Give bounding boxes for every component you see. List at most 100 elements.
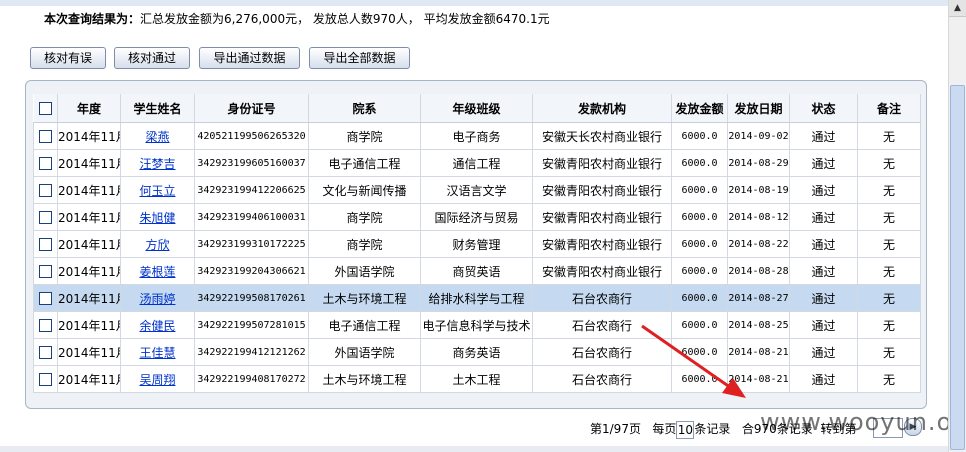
col-header[interactable]: 身份证号: [194, 94, 309, 123]
table-row[interactable]: 2014年11月 姜根莲 342923199204306621外国语学院商贸英语安徽…: [33, 257, 921, 285]
top-strip: [0, 0, 948, 6]
cell-status: 通过: [789, 311, 858, 339]
col-header[interactable]: 状态: [789, 94, 858, 123]
row-checkbox[interactable]: [39, 373, 52, 386]
row-checkbox[interactable]: [39, 157, 52, 170]
col-header[interactable]: 年度: [57, 94, 121, 123]
row-select-cell: [33, 203, 58, 231]
row-checkbox[interactable]: [39, 346, 52, 359]
table-row[interactable]: 2014年11月 余健民 342922199507281015电子通信工程电子信息科…: [33, 311, 921, 339]
horizontal-scrollbar[interactable]: [0, 446, 948, 452]
summary-text: 汇总发放金额为6,276,000元， 发放总人数970人， 平均发放金额6470…: [140, 12, 550, 26]
table-row[interactable]: 2014年11月 梁燕 420521199506265320商学院电子商务安徽天长农…: [33, 122, 921, 150]
student-name-link[interactable]: 姜根莲: [139, 265, 175, 279]
cell-dept: 商学院: [308, 203, 421, 231]
select-all-cell: [33, 94, 58, 123]
cell-dept: 外国语学院: [308, 338, 421, 366]
row-select-cell: [33, 149, 58, 177]
student-name-link[interactable]: 汪梦吉: [139, 157, 175, 171]
row-checkbox[interactable]: [39, 265, 52, 278]
col-header[interactable]: 发款机构: [532, 94, 672, 123]
cell-dept: 商学院: [308, 230, 421, 258]
cell-note: 无: [857, 311, 921, 339]
cell-name: 何玉立: [120, 176, 195, 204]
col-header[interactable]: 学生姓名: [120, 94, 195, 123]
cell-year: 2014年11月: [57, 338, 121, 366]
cell-note: 无: [857, 230, 921, 258]
table-row[interactable]: 2014年11月 汪梦吉 342923199605160037电子通信工程通信工程安…: [33, 149, 921, 177]
student-name-link[interactable]: 吴周翔: [139, 373, 175, 387]
cell-dept: 商学院: [308, 122, 421, 150]
scroll-up-icon[interactable]: ▲: [949, 0, 966, 17]
cell-amount: 6000.0: [671, 176, 728, 204]
cell-note: 无: [857, 284, 921, 312]
col-header[interactable]: 院系: [308, 94, 421, 123]
table-row[interactable]: 2014年11月 吴周翔 342922199408170272土木与环境工程土木工程…: [33, 365, 921, 393]
cell-id: 342922199507281015: [194, 311, 309, 339]
cell-dept: 电子通信工程: [308, 311, 421, 339]
row-checkbox[interactable]: [39, 292, 52, 305]
check-pass-button[interactable]: 核对通过: [114, 47, 190, 69]
cell-amount: 6000.0: [671, 257, 728, 285]
student-name-link[interactable]: 王佳慧: [139, 346, 175, 360]
cell-year: 2014年11月: [57, 230, 121, 258]
cell-status: 通过: [789, 176, 858, 204]
watermark: www.wooyun.org: [760, 408, 966, 436]
row-checkbox[interactable]: [39, 238, 52, 251]
student-name-link[interactable]: 汤雨婷: [139, 292, 175, 306]
cell-class: 通信工程: [420, 149, 533, 177]
cell-date: 2014-08-12: [727, 203, 790, 231]
cell-name: 汤雨婷: [120, 284, 195, 312]
row-select-cell: [33, 311, 58, 339]
col-header[interactable]: 备注: [857, 94, 921, 123]
cell-note: 无: [857, 365, 921, 393]
cell-class: 商务英语: [420, 338, 533, 366]
arrow-shaft: [641, 324, 735, 392]
per-page-input[interactable]: 10: [676, 420, 695, 439]
export-pass-button[interactable]: 导出通过数据: [199, 47, 300, 69]
table-row[interactable]: 2014年11月王佳慧342922199412121262外国语学院商务英语石台…: [33, 338, 921, 366]
cell-year: 2014年11月: [57, 257, 121, 285]
summary-label: 本次查询结果为：: [44, 12, 141, 26]
cell-id: 342923199605160037: [194, 149, 309, 177]
table-row[interactable]: 2014年11月 何玉立 342923199412206625文化与新闻传播汉语言文…: [33, 176, 921, 204]
row-checkbox[interactable]: [39, 319, 52, 332]
student-name-link[interactable]: 朱旭健: [139, 211, 175, 225]
cell-date: 2014-08-29: [727, 149, 790, 177]
student-name-link[interactable]: 梁燕: [145, 130, 169, 144]
select-all-checkbox[interactable]: [38, 102, 52, 115]
cell-status: 通过: [789, 284, 858, 312]
col-header[interactable]: 发放金额: [671, 94, 728, 123]
vertical-scrollbar[interactable]: ▲: [948, 0, 966, 452]
student-name-link[interactable]: 何玉立: [139, 184, 175, 198]
check-error-button[interactable]: 核对有误: [30, 47, 106, 69]
table-row[interactable]: 2014年11月 汤雨婷 342922199508170261土木与环境工程给排水科…: [33, 284, 921, 312]
table-row[interactable]: 2014年11月 朱旭健 342923199406100031商学院国际经济与贸易安…: [33, 203, 921, 231]
table-row[interactable]: 2014年11月 方欣 342923199310172225商学院财务管理安徽青阳农…: [33, 230, 921, 258]
cell-name: 吴周翔: [120, 365, 195, 393]
student-name-link[interactable]: 余健民: [139, 319, 175, 333]
row-checkbox[interactable]: [39, 130, 52, 143]
cell-year: 2014年11月: [57, 365, 121, 393]
row-select-cell: [33, 176, 58, 204]
cell-dept: 外国语学院: [308, 257, 421, 285]
col-header[interactable]: 发放日期: [727, 94, 790, 123]
export-all-button[interactable]: 导出全部数据: [309, 47, 410, 69]
cell-amount: 6000.0: [671, 149, 728, 177]
cell-year: 2014年11月: [57, 311, 121, 339]
cell-status: 通过: [789, 122, 858, 150]
cell-date: 2014-08-22: [727, 230, 790, 258]
cell-amount: 6000.0: [671, 284, 728, 312]
cell-class: 商贸英语: [420, 257, 533, 285]
results-table: 年度 学生姓名 身份证号 院系 年级班级 发款机构 发放金额 发放日期 状态 备…: [33, 94, 921, 393]
cell-amount: 6000.0: [671, 203, 728, 231]
student-name-link[interactable]: 方欣: [145, 238, 169, 252]
row-select-cell: [33, 365, 58, 393]
scroll-thumb[interactable]: [950, 85, 965, 450]
row-checkbox[interactable]: [39, 184, 52, 197]
cell-amount: 6000.0: [671, 230, 728, 258]
row-checkbox[interactable]: [39, 211, 52, 224]
cell-year: 2014年11月: [57, 203, 121, 231]
col-header[interactable]: 年级班级: [420, 94, 533, 123]
row-select-cell: [33, 284, 58, 312]
